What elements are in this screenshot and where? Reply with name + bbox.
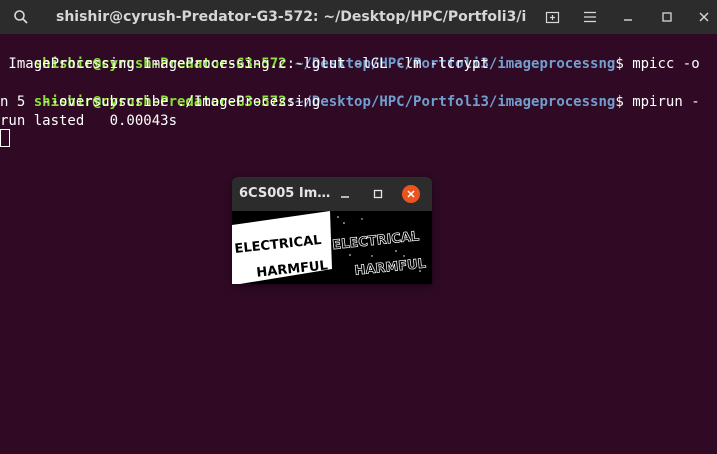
command-text: mpicc -o — [632, 56, 700, 72]
prompt-path: ~/Desktop/HPC/Portfoli3/imageprocessng — [295, 94, 616, 110]
terminal-titlebar: shishir@cyrush-Predator-G3-572: ~/Deskto… — [0, 0, 717, 34]
right-word-2: HARMFUL — [354, 257, 427, 279]
close-icon[interactable] — [694, 0, 714, 34]
command-text: mpirun - — [632, 94, 700, 110]
hamburger-menu-icon[interactable] — [580, 0, 600, 34]
maximize-icon[interactable] — [369, 185, 387, 203]
terminal-line: shishir@cyrush-Predator-G3-572:~/Desktop… — [0, 74, 700, 110]
new-tab-icon[interactable] — [541, 0, 565, 34]
window-title: shishir@cyrush-Predator-G3-572: ~/Deskto… — [56, 9, 526, 25]
right-word-1: ELECTRICAL — [332, 229, 420, 253]
prompt-symbol: $ — [615, 56, 633, 72]
close-icon[interactable] — [402, 185, 420, 203]
prompt-symbol: $ — [615, 94, 633, 110]
terminal-line: n 5 --oversubscribe ./ImageProcessing — [0, 94, 321, 110]
maximize-icon[interactable] — [657, 0, 677, 34]
search-icon[interactable] — [6, 0, 36, 34]
minimize-icon[interactable] — [618, 0, 638, 34]
minimize-icon[interactable] — [336, 185, 354, 203]
processed-image-canvas: ELECTRICAL HARMFUL ELECTRICAL HARMFUL — [232, 211, 432, 284]
terminal-line: shishir@cyrush-Predator-G3-572:~/Desktop… — [0, 36, 700, 72]
terminal-line: run lasted 0.00043s — [0, 113, 178, 129]
image-processing-window[interactable]: 6CS005 Im… ELECTRICAL HARMFUL ELECTRICAL… — [232, 177, 432, 284]
child-window-title: 6CS005 Im… — [239, 186, 331, 201]
terminal-cursor — [0, 129, 10, 147]
terminal-line: ImageProcessing ImageProcessing.c -lglut… — [0, 56, 489, 72]
